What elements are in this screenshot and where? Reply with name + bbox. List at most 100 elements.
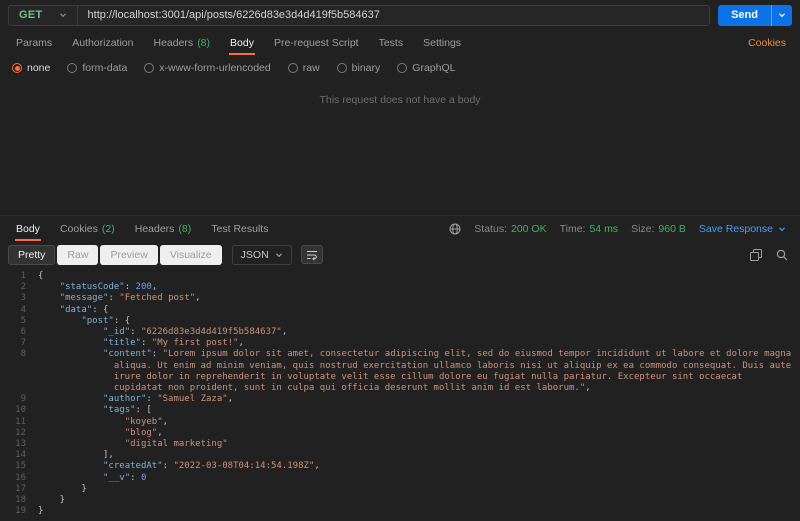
method-selector[interactable]: GET [9, 6, 78, 25]
line-text: "blog", [38, 428, 800, 439]
response-tab-cookies[interactable]: Cookies (2) [50, 216, 125, 241]
line-text: "tags": [ [38, 405, 800, 416]
line-text: "koyeb", [38, 417, 800, 428]
status-value: 200 OK [511, 223, 547, 235]
response-body-viewer[interactable]: 1{2"statusCode": 200,3"message": "Fetche… [0, 268, 800, 521]
save-response-label: Save Response [699, 223, 773, 235]
body-type-label: raw [303, 62, 320, 74]
line-text: } [38, 484, 800, 495]
tab-pre-request-script[interactable]: Pre-request Script [264, 30, 369, 55]
tab-label: Authorization [72, 37, 133, 49]
body-type-x-www-form-urlencoded[interactable]: x-www-form-urlencoded [144, 62, 270, 74]
url-input[interactable] [78, 6, 710, 25]
line-number: 1 [8, 271, 38, 282]
line-number: 18 [8, 495, 38, 506]
response-tabs: Body Cookies(2) Headers(8) Test Results … [0, 215, 800, 241]
tab-count: (2) [102, 223, 115, 235]
copy-response-button[interactable] [750, 249, 762, 261]
url-control: GET [8, 5, 710, 26]
line-number: 13 [8, 439, 38, 450]
search-response-button[interactable] [776, 249, 788, 261]
line-text: { [38, 271, 800, 282]
status-label: Status: [474, 223, 507, 235]
time-indicator: Time: 54 ms [560, 223, 618, 235]
code-line: 11"koyeb", [8, 417, 800, 428]
line-number: 19 [8, 506, 38, 517]
line-text: "_id": "6226d83e3d4d419f5b584637", [38, 327, 800, 338]
code-line: 17} [8, 484, 800, 495]
tab-label: Cookies [60, 223, 98, 235]
body-type-binary[interactable]: binary [337, 62, 381, 74]
response-actions [750, 249, 792, 261]
code-line: 8"content": "Lorem ipsum dolor sit amet,… [8, 349, 800, 394]
code-lines: 1{2"statusCode": 200,3"message": "Fetche… [8, 271, 800, 517]
postman-window: GET Send Params Authorization Headers(8)… [0, 0, 800, 521]
line-number: 4 [8, 305, 38, 316]
line-number: 8 [8, 349, 38, 394]
tab-count: (8) [197, 37, 210, 49]
tab-headers[interactable]: Headers(8) [143, 30, 220, 55]
send-options-button[interactable] [771, 5, 792, 26]
code-line: 19} [8, 506, 800, 517]
time-value: 54 ms [589, 223, 618, 235]
wrap-lines-icon [306, 249, 318, 261]
language-dropdown[interactable]: JSON [232, 245, 292, 265]
body-type-label: form-data [82, 62, 127, 74]
tab-label: Pre-request Script [274, 37, 359, 49]
line-text: "statusCode": 200, [38, 282, 800, 293]
wrap-lines-button[interactable] [301, 245, 323, 264]
send-button[interactable]: Send [718, 5, 771, 26]
body-type-label: x-www-form-urlencoded [159, 62, 270, 74]
cookies-link[interactable]: Cookies [748, 37, 794, 49]
body-type-graphql[interactable]: GraphQL [397, 62, 455, 74]
chevron-down-icon [778, 225, 786, 233]
tab-params[interactable]: Params [6, 30, 62, 55]
response-toolbar: Pretty Raw Preview Visualize JSON [0, 241, 800, 268]
view-mode-preview[interactable]: Preview [100, 245, 157, 265]
view-mode-raw[interactable]: Raw [57, 245, 98, 265]
body-type-selector: none form-data x-www-form-urlencoded raw… [0, 55, 800, 81]
line-number: 11 [8, 417, 38, 428]
code-line: 1{ [8, 271, 800, 282]
tab-settings[interactable]: Settings [413, 30, 471, 55]
line-number: 7 [8, 338, 38, 349]
body-type-raw[interactable]: raw [288, 62, 320, 74]
line-number: 5 [8, 316, 38, 327]
tab-authorization[interactable]: Authorization [62, 30, 143, 55]
line-text: "author": "Samuel Zaza", [38, 394, 800, 405]
line-number: 16 [8, 473, 38, 484]
save-response-button[interactable]: Save Response [699, 223, 786, 235]
body-type-form-data[interactable]: form-data [67, 62, 127, 74]
tab-tests[interactable]: Tests [369, 30, 414, 55]
tab-label: Body [16, 223, 40, 235]
copy-icon [750, 249, 762, 261]
code-line: 3"message": "Fetched post", [8, 293, 800, 304]
view-mode-visualize[interactable]: Visualize [160, 245, 222, 265]
line-number: 12 [8, 428, 38, 439]
code-line: 13"digital marketing" [8, 439, 800, 450]
line-number: 3 [8, 293, 38, 304]
size-label: Size: [631, 223, 654, 235]
request-body-empty-area [0, 106, 800, 215]
network-globe-icon[interactable] [449, 223, 461, 235]
language-value: JSON [241, 249, 269, 261]
view-mode-pretty[interactable]: Pretty [8, 245, 55, 265]
response-tab-headers[interactable]: Headers(8) [125, 216, 202, 241]
response-tab-body[interactable]: Body [6, 216, 50, 241]
radio-icon [67, 63, 77, 73]
tab-body[interactable]: Body [220, 30, 264, 55]
body-type-label: GraphQL [412, 62, 455, 74]
tab-label: Params [16, 37, 52, 49]
body-type-none[interactable]: none [12, 62, 50, 74]
line-text: "createdAt": "2022-03-08T04:14:54.198Z", [38, 461, 800, 472]
response-tab-test-results[interactable]: Test Results [201, 216, 278, 241]
line-text: "__v": 0 [38, 473, 800, 484]
method-label: GET [19, 9, 43, 21]
body-type-label: binary [352, 62, 381, 74]
code-line: 16"__v": 0 [8, 473, 800, 484]
code-line: 14], [8, 450, 800, 461]
line-number: 17 [8, 484, 38, 495]
request-tabs: Params Authorization Headers(8) Body Pre… [0, 30, 800, 55]
line-text: "content": "Lorem ipsum dolor sit amet, … [38, 349, 800, 394]
code-line: 18} [8, 495, 800, 506]
